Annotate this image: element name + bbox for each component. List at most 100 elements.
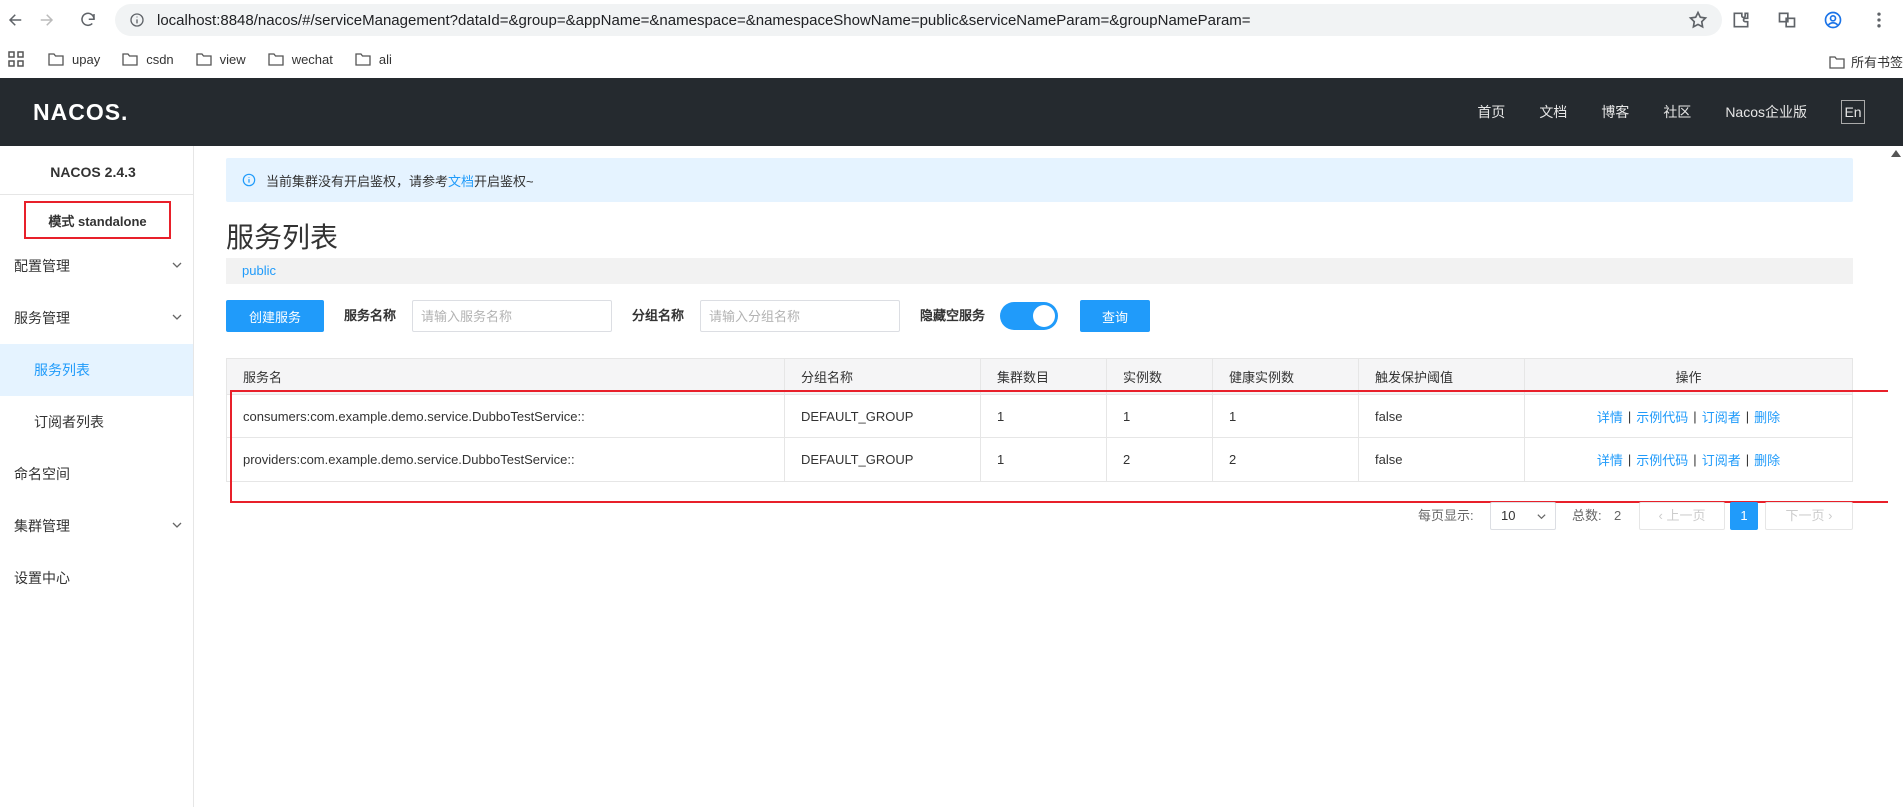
subscriber-link[interactable]: 订阅者 bbox=[1702, 450, 1741, 469]
sidebar-item-namespace[interactable]: 命名空间 bbox=[0, 448, 193, 500]
profile-icon[interactable] bbox=[1819, 6, 1847, 34]
sample-code-link[interactable]: 示例代码 bbox=[1636, 407, 1688, 426]
per-page-label: 每页显示: bbox=[1418, 508, 1474, 523]
sidebar-item-settings[interactable]: 设置中心 bbox=[0, 552, 193, 604]
delete-link[interactable]: 删除 bbox=[1754, 407, 1780, 426]
sample-code-link[interactable]: 示例代码 bbox=[1636, 450, 1688, 469]
nav-docs[interactable]: 文档 bbox=[1539, 102, 1567, 122]
folder-icon bbox=[1829, 55, 1845, 69]
sidebar-item-config[interactable]: 配置管理 bbox=[0, 240, 193, 292]
divider bbox=[0, 194, 194, 195]
sidebar-item-label: 命名空间 bbox=[14, 466, 70, 482]
hide-empty-switch[interactable] bbox=[1000, 302, 1058, 330]
cell-healthy-count: 1 bbox=[1213, 395, 1359, 437]
cell-operations: 详情 | 示例代码 | 订阅者 | 删除 bbox=[1525, 438, 1852, 481]
notice-docs-link[interactable]: 文档 bbox=[448, 171, 474, 190]
all-bookmarks-label: 所有书签 bbox=[1850, 55, 1903, 70]
folder-icon bbox=[196, 53, 212, 66]
bookmark-upay[interactable]: upay bbox=[48, 52, 100, 67]
sidebar-item-service[interactable]: 服务管理 bbox=[0, 292, 193, 344]
page-number-current[interactable]: 1 bbox=[1730, 502, 1758, 530]
reload-icon[interactable] bbox=[74, 6, 102, 34]
chevron-down-icon bbox=[172, 522, 182, 528]
version-label: NACOS 2.4.3 bbox=[50, 164, 136, 180]
col-threshold: 触发保护阈值 bbox=[1359, 359, 1525, 394]
group-name-label: 分组名称 bbox=[632, 308, 685, 323]
cell-threshold: false bbox=[1359, 438, 1525, 481]
info-icon bbox=[242, 173, 256, 187]
cell-threshold: false bbox=[1359, 395, 1525, 437]
chevron-left-icon: ‹ bbox=[1658, 508, 1663, 523]
namespace-bar: public bbox=[226, 258, 1853, 284]
cell-healthy-count: 2 bbox=[1213, 438, 1359, 481]
auth-notice: 当前集群没有开启鉴权，请参考 文档 开启鉴权~ bbox=[226, 158, 1853, 202]
service-table: 服务名 分组名称 集群数目 实例数 健康实例数 触发保护阈值 操作 consum… bbox=[226, 358, 1853, 482]
nacos-logo[interactable]: NACOS. bbox=[33, 99, 128, 126]
bookmark-view[interactable]: view bbox=[196, 52, 246, 67]
bookmark-csdn[interactable]: csdn bbox=[122, 51, 174, 67]
vertical-scrollbar[interactable] bbox=[1888, 146, 1903, 807]
table-row: consumers:com.example.demo.service.Dubbo… bbox=[227, 395, 1852, 438]
notice-suffix: 开启鉴权~ bbox=[474, 173, 534, 189]
table-header: 服务名 分组名称 集群数目 实例数 健康实例数 触发保护阈值 操作 bbox=[227, 359, 1852, 395]
namespace-public[interactable]: public bbox=[242, 263, 276, 278]
bookmark-label: view bbox=[219, 51, 246, 67]
nav-community[interactable]: 社区 bbox=[1663, 102, 1691, 122]
back-icon[interactable] bbox=[2, 6, 30, 34]
notice-prefix: 当前集群没有开启鉴权，请参考 bbox=[266, 173, 449, 189]
col-healthy-count: 健康实例数 bbox=[1213, 359, 1359, 394]
op-separator: | bbox=[1627, 452, 1632, 467]
all-bookmarks[interactable]: 所有书签 bbox=[1829, 52, 1903, 71]
detail-link[interactable]: 详情 bbox=[1597, 407, 1623, 426]
op-separator: | bbox=[1745, 408, 1750, 424]
sidebar-item-label: 配置管理 bbox=[14, 258, 70, 274]
bookmark-label: ali bbox=[378, 51, 392, 67]
sidebar-item-cluster[interactable]: 集群管理 bbox=[0, 500, 193, 552]
cell-group-name: DEFAULT_GROUP bbox=[785, 438, 981, 481]
language-switch[interactable]: En bbox=[1841, 100, 1865, 124]
address-bar[interactable]: localhost:8848/nacos/#/serviceManagement… bbox=[115, 4, 1722, 36]
page-title: 服务列表 bbox=[226, 222, 339, 253]
sidebar: NACOS 2.4.3 模式 standalone 配置管理 服务管理 服务列表… bbox=[0, 146, 194, 807]
service-name-input[interactable] bbox=[412, 300, 612, 332]
folder-icon bbox=[48, 53, 64, 66]
nav-enterprise[interactable]: Nacos企业版 bbox=[1725, 102, 1807, 122]
folder-icon bbox=[268, 53, 284, 66]
translate-icon[interactable] bbox=[1773, 6, 1801, 34]
bookmark-star-icon[interactable] bbox=[1688, 10, 1708, 30]
folder-icon bbox=[122, 53, 138, 66]
prev-page-button[interactable]: ‹ 上一页 bbox=[1639, 502, 1725, 530]
sidebar-item-subscriber-list[interactable]: 订阅者列表 bbox=[0, 396, 193, 448]
detail-link[interactable]: 详情 bbox=[1597, 450, 1623, 469]
delete-link[interactable]: 删除 bbox=[1754, 450, 1780, 469]
per-page-select[interactable]: 10 bbox=[1490, 502, 1556, 530]
switch-knob bbox=[1033, 305, 1055, 327]
create-service-button[interactable]: 创建服务 bbox=[226, 300, 324, 332]
nav-home[interactable]: 首页 bbox=[1477, 102, 1505, 122]
forward-icon[interactable] bbox=[32, 6, 60, 34]
op-separator: | bbox=[1693, 452, 1697, 467]
chevron-down-icon bbox=[1537, 514, 1546, 520]
folder-icon bbox=[355, 53, 371, 66]
apps-grid-icon[interactable] bbox=[8, 51, 24, 67]
scroll-up-icon[interactable] bbox=[1891, 150, 1901, 157]
cell-cluster-count: 1 bbox=[981, 438, 1107, 481]
site-info-icon[interactable] bbox=[129, 12, 145, 28]
bookmark-label: csdn bbox=[146, 51, 174, 67]
subscriber-link[interactable]: 订阅者 bbox=[1702, 407, 1741, 426]
bookmark-wechat[interactable]: wechat bbox=[268, 52, 333, 67]
extensions-icon[interactable] bbox=[1727, 6, 1755, 34]
query-button[interactable]: 查询 bbox=[1080, 300, 1150, 332]
group-name-input[interactable] bbox=[700, 300, 900, 332]
col-service-name: 服务名 bbox=[227, 359, 785, 394]
next-page-button[interactable]: 下一页 › bbox=[1765, 502, 1853, 530]
sidebar-item-label: 订阅者列表 bbox=[34, 414, 104, 430]
url-text: localhost:8848/nacos/#/serviceManagement… bbox=[157, 11, 1251, 29]
cell-group-name: DEFAULT_GROUP bbox=[785, 395, 981, 437]
menu-dots-icon[interactable] bbox=[1865, 6, 1893, 34]
sidebar-item-service-list[interactable]: 服务列表 bbox=[0, 344, 193, 396]
nav-blog[interactable]: 博客 bbox=[1601, 102, 1629, 122]
bookmark-ali[interactable]: ali bbox=[355, 52, 392, 67]
mode-badge: 模式 standalone bbox=[24, 201, 171, 239]
col-group-name: 分组名称 bbox=[785, 359, 981, 394]
